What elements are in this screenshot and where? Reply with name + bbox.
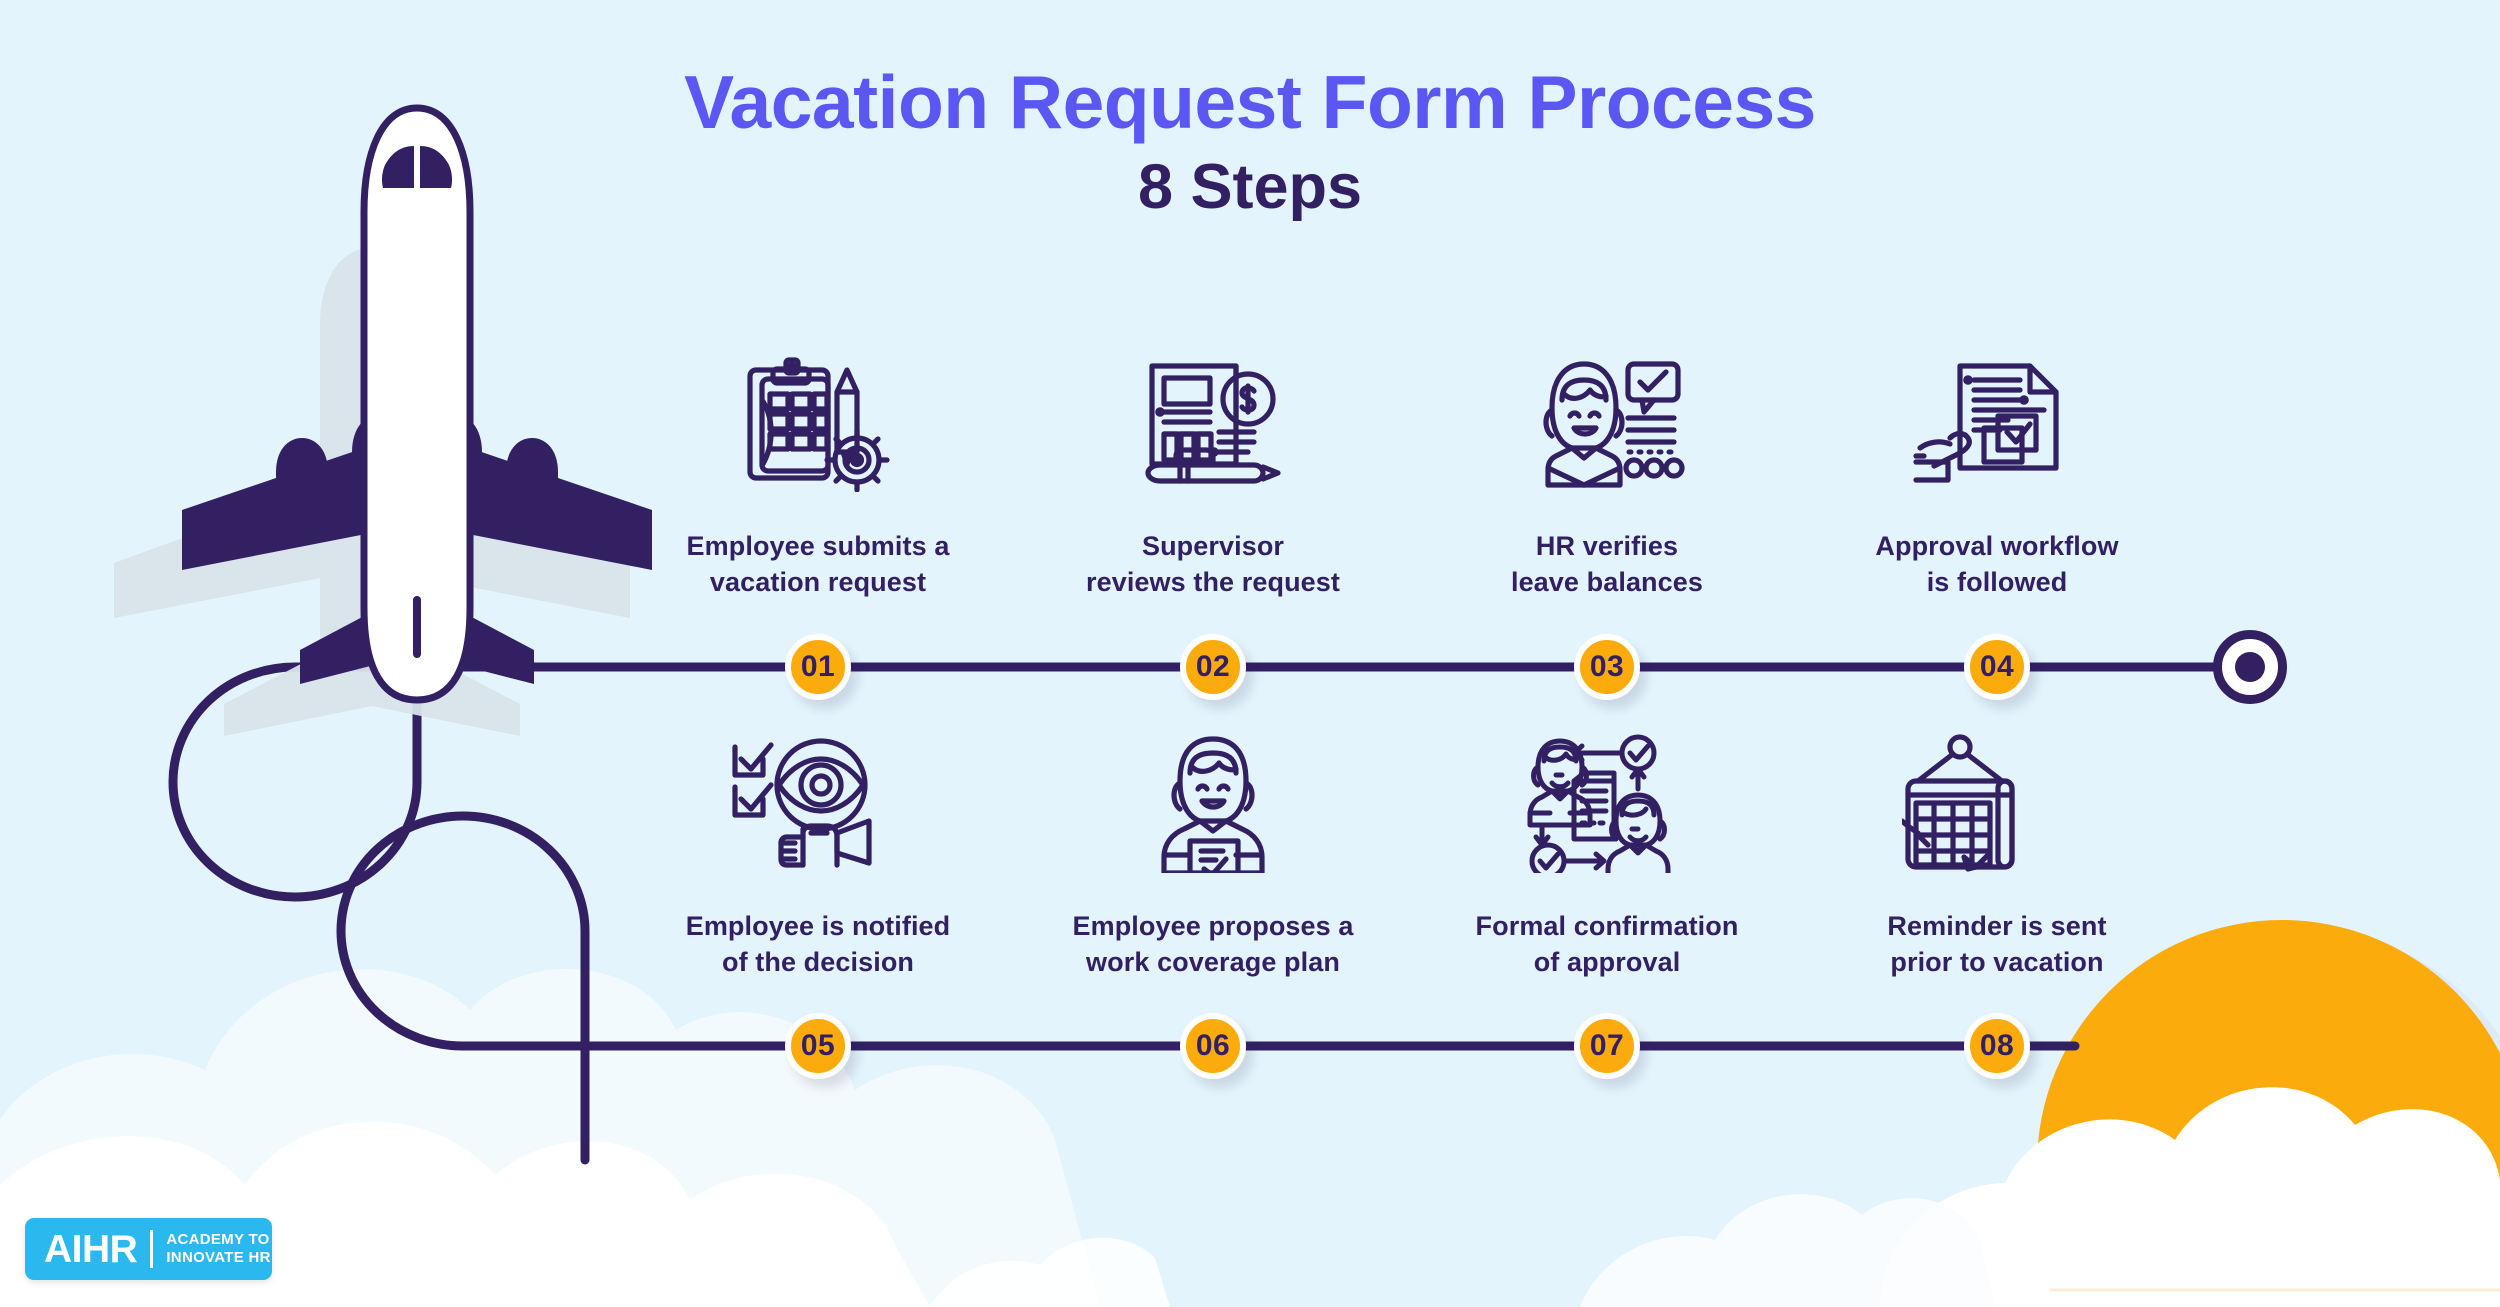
- step-badge-04[interactable]: 04: [1964, 634, 2030, 700]
- step-badge-03[interactable]: 03: [1574, 634, 1640, 700]
- step-label-03-line1: HR verifies: [1535, 531, 1679, 561]
- step-label-06-line2: work coverage plan: [1086, 947, 1340, 978]
- step-label-06-line1: Employee proposes a: [1072, 911, 1354, 941]
- logo-divider: [150, 1230, 154, 1268]
- title-subtitle: 8 Steps: [1137, 152, 1363, 222]
- step-icon-05: [723, 733, 893, 873]
- step-badge-06[interactable]: 06: [1180, 1013, 1246, 1079]
- timeline-end-dot: [2213, 630, 2287, 704]
- timeline-end-dot-core: [2235, 652, 2265, 682]
- step-icon-04: [1912, 352, 2082, 492]
- step-label-08-line2: prior to vacation: [1890, 947, 2104, 978]
- page-title: Vacation Request Form Process 8 Steps: [0, 62, 2500, 223]
- step-label-03-line2: leave balances: [1510, 567, 1704, 598]
- step-badge-02[interactable]: 02: [1180, 634, 1246, 700]
- step-label-05: Employee is notified of the decision: [653, 908, 983, 980]
- logo-brand: AIHR: [44, 1227, 138, 1271]
- step-label-07-line1: Formal confirmation: [1475, 911, 1739, 941]
- step-label-08-line1: Reminder is sent: [1887, 911, 2107, 941]
- aihr-logo[interactable]: AIHR ACADEMY TO INNOVATE HR: [25, 1218, 272, 1280]
- step-label-04-line2: is followed: [1926, 567, 2068, 598]
- step-label-01-line1: Employee submits a: [686, 531, 950, 561]
- step-badge-08[interactable]: 08: [1964, 1013, 2030, 1079]
- logo-tagline: ACADEMY TO INNOVATE HR: [166, 1231, 270, 1268]
- step-label-05-line1: Employee is notified: [685, 911, 951, 941]
- step-label-03: HR verifies leave balances: [1442, 528, 1772, 600]
- step-icon-07: [1512, 733, 1682, 873]
- step-label-05-line2: of the decision: [721, 947, 915, 978]
- step-icon-02: [1128, 352, 1298, 492]
- step-label-04-line1: Approval workflow: [1875, 531, 2119, 561]
- step-label-07: Formal confirmation of approval: [1442, 908, 1772, 980]
- step-label-07-line2: of approval: [1533, 947, 1681, 978]
- step-label-04: Approval workflow is followed: [1832, 528, 2162, 600]
- step-badge-05[interactable]: 05: [785, 1013, 851, 1079]
- step-label-02-line2: reviews the request: [1085, 567, 1340, 598]
- logo-tagline-line2: INNOVATE HR: [166, 1249, 271, 1266]
- infographic-canvas: Vacation Request Form Process 8 Steps Em…: [0, 0, 2500, 1307]
- step-icon-03: [1522, 352, 1692, 492]
- title-main: Vacation Request Form Process: [684, 60, 1816, 144]
- step-badge-01[interactable]: 01: [785, 634, 851, 700]
- step-icon-08: [1902, 733, 2072, 873]
- logo-tagline-line1: ACADEMY TO: [166, 1230, 270, 1248]
- step-label-06: Employee proposes a work coverage plan: [1048, 908, 1378, 980]
- step-icon-06: [1128, 733, 1298, 873]
- step-icon-01: [733, 352, 903, 492]
- step-label-02-line1: Supervisor: [1141, 531, 1285, 561]
- step-label-08: Reminder is sent prior to vacation: [1832, 908, 2162, 980]
- step-label-01: Employee submits a vacation request: [653, 528, 983, 600]
- step-label-02: Supervisor reviews the request: [1048, 528, 1378, 600]
- step-label-01-line2: vacation request: [709, 567, 927, 598]
- step-badge-07[interactable]: 07: [1574, 1013, 1640, 1079]
